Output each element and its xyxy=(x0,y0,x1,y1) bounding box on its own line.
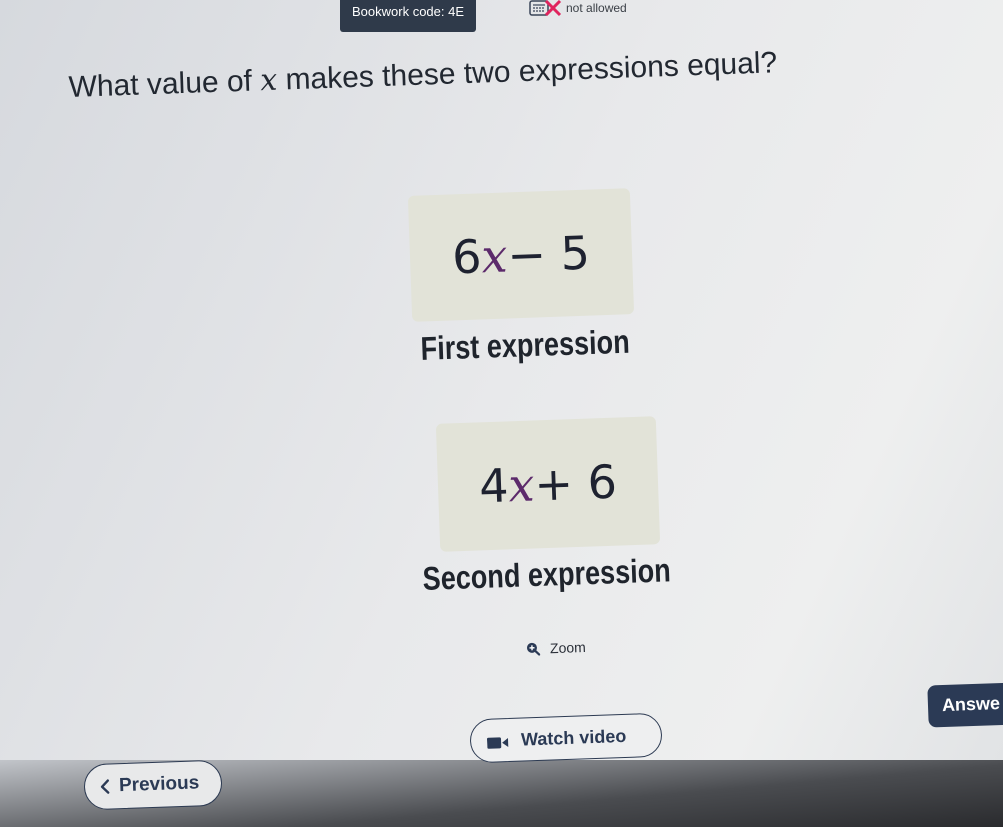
expression-rest: − 5 xyxy=(506,225,591,283)
video-camera-icon xyxy=(486,733,509,749)
expression-coefficient: 6 xyxy=(451,229,483,285)
expression-variable: x xyxy=(507,457,536,513)
bookwork-code-badge: Bookwork code: 4E xyxy=(340,0,476,32)
question-prefix: What value of xyxy=(68,64,261,104)
zoom-label: Zoom xyxy=(549,638,587,657)
previous-button[interactable]: Previous xyxy=(83,759,223,811)
answer-label: Answe xyxy=(941,693,1001,716)
calculator-status-text: not allowed xyxy=(566,1,627,15)
calculator-crossed-icon xyxy=(528,0,564,18)
bookwork-code-text: Bookwork code: 4E xyxy=(352,4,465,19)
zoom-button[interactable]: Zoom xyxy=(526,639,586,657)
watch-video-label: Watch video xyxy=(520,725,627,750)
expression-coefficient: 4 xyxy=(478,458,510,514)
first-expression-caption: First expression xyxy=(420,322,631,367)
screen-background xyxy=(0,0,1003,760)
magnifier-icon xyxy=(526,642,541,656)
second-expression-card: 4 x + 6 xyxy=(435,416,661,552)
question-variable: x xyxy=(259,62,278,99)
first-expression-card: 6 x − 5 xyxy=(407,188,635,322)
watch-video-button[interactable]: Watch video xyxy=(469,712,663,764)
answer-button[interactable]: Answe xyxy=(927,682,1003,728)
chevron-left-icon xyxy=(99,778,112,794)
previous-label: Previous xyxy=(118,772,200,797)
expression-rest: + 6 xyxy=(533,454,618,512)
expression-variable: x xyxy=(480,228,509,284)
